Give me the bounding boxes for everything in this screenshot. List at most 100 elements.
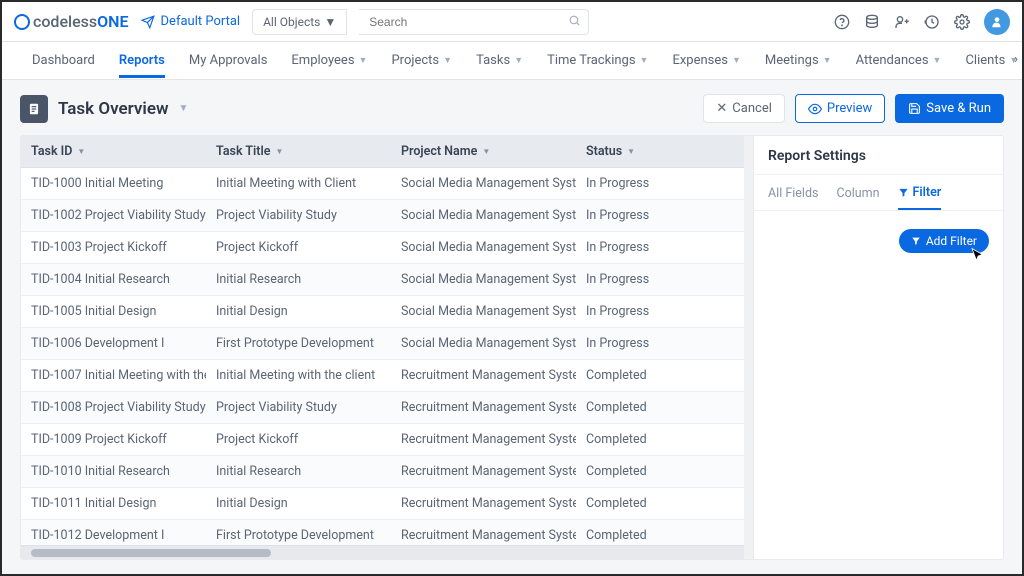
cell: TID-1008 Project Viability Study bbox=[21, 392, 206, 423]
report-icon bbox=[20, 95, 48, 123]
cell: Social Media Management System bbox=[391, 328, 576, 359]
cell: Initial Meeting with Client bbox=[206, 168, 391, 199]
search-icon bbox=[568, 14, 581, 27]
chevron-down-icon: ▼ bbox=[933, 55, 942, 66]
cell: TID-1006 Development I bbox=[21, 328, 206, 359]
cell: TID-1002 Project Viability Study bbox=[21, 200, 206, 231]
filter-icon bbox=[898, 187, 909, 198]
logo-icon bbox=[14, 14, 30, 30]
cell: Completed bbox=[576, 488, 706, 519]
add-filter-label: Add Filter bbox=[926, 234, 977, 248]
table-row[interactable]: TID-1010 Initial ResearchInitial Researc… bbox=[21, 456, 744, 488]
cell: Recruitment Management System bbox=[391, 520, 576, 545]
nav-item-time-trackings[interactable]: Time Trackings▼ bbox=[547, 43, 648, 78]
chevron-down-icon: ▼ bbox=[732, 55, 741, 66]
cell: Recruitment Management System bbox=[391, 424, 576, 455]
cell: In Progress bbox=[576, 232, 706, 263]
tab-filter[interactable]: Filter bbox=[898, 185, 942, 210]
cell: Project Kickoff bbox=[206, 232, 391, 263]
eye-icon bbox=[808, 102, 822, 116]
nav-item-dashboard[interactable]: Dashboard bbox=[32, 43, 95, 78]
chevron-down-icon[interactable]: ▼ bbox=[179, 103, 189, 114]
preview-button[interactable]: Preview bbox=[795, 94, 885, 123]
brand-logo[interactable]: codelessONE bbox=[14, 12, 129, 31]
cell: TID-1009 Project Kickoff bbox=[21, 424, 206, 455]
column-header-task-id[interactable]: Task ID▼ bbox=[21, 136, 206, 167]
nav-item-employees[interactable]: Employees▼ bbox=[291, 43, 367, 78]
tab-column[interactable]: Column bbox=[836, 185, 879, 210]
horizontal-scrollbar[interactable] bbox=[21, 545, 744, 559]
nav-item-reports[interactable]: Reports bbox=[119, 43, 165, 78]
nav-item-expenses[interactable]: Expenses▼ bbox=[672, 43, 740, 78]
cell: TID-1005 Initial Design bbox=[21, 296, 206, 327]
save-label: Save & Run bbox=[926, 101, 991, 116]
cell: Recruitment Management System bbox=[391, 392, 576, 423]
cell: Project Kickoff bbox=[206, 424, 391, 455]
table-row[interactable]: TID-1011 Initial DesignInitial DesignRec… bbox=[21, 488, 744, 520]
portal-link[interactable]: Default Portal bbox=[141, 14, 241, 29]
cell: Project Viability Study bbox=[206, 392, 391, 423]
chevron-down-icon: ▼ bbox=[640, 55, 649, 66]
save-icon bbox=[908, 102, 921, 115]
nav-scroll-right[interactable]: › bbox=[1014, 52, 1018, 67]
cell: Recruitment Management System bbox=[391, 488, 576, 519]
object-select[interactable]: All Objects ▼ bbox=[252, 9, 347, 35]
table-row[interactable]: TID-1003 Project KickoffProject KickoffS… bbox=[21, 232, 744, 264]
user-add-icon[interactable] bbox=[894, 14, 910, 30]
table-row[interactable]: TID-1006 Development IFirst Prototype De… bbox=[21, 328, 744, 360]
table-row[interactable]: TID-1005 Initial DesignInitial DesignSoc… bbox=[21, 296, 744, 328]
nav-item-projects[interactable]: Projects▼ bbox=[391, 43, 452, 78]
search-input[interactable] bbox=[359, 9, 589, 35]
add-filter-button[interactable]: Add Filter bbox=[899, 229, 989, 253]
cell: Completed bbox=[576, 424, 706, 455]
cell: Completed bbox=[576, 456, 706, 487]
gear-icon[interactable] bbox=[954, 14, 970, 30]
table-row[interactable]: TID-1009 Project KickoffProject KickoffR… bbox=[21, 424, 744, 456]
cell: Recruitment Management System bbox=[391, 360, 576, 391]
cancel-button[interactable]: ✕ Cancel bbox=[703, 94, 784, 123]
chevron-down-icon: ▼ bbox=[275, 147, 283, 156]
history-icon[interactable] bbox=[924, 14, 940, 30]
cell: Social Media Management System bbox=[391, 168, 576, 199]
column-header-task-title[interactable]: Task Title▼ bbox=[206, 136, 391, 167]
column-header-project-name[interactable]: Project Name▼ bbox=[391, 136, 576, 167]
nav-item-tasks[interactable]: Tasks▼ bbox=[476, 43, 523, 78]
close-icon: ✕ bbox=[716, 101, 727, 116]
chevron-down-icon: ▼ bbox=[443, 55, 452, 66]
table-row[interactable]: TID-1004 Initial ResearchInitial Researc… bbox=[21, 264, 744, 296]
avatar[interactable] bbox=[984, 9, 1010, 35]
vertical-scrollbar[interactable] bbox=[744, 136, 753, 559]
table-row[interactable]: TID-1002 Project Viability StudyProject … bbox=[21, 200, 744, 232]
brand-text-1: codeless bbox=[33, 12, 97, 31]
portal-label: Default Portal bbox=[161, 14, 241, 29]
tab-all-fields[interactable]: All Fields bbox=[768, 185, 818, 210]
nav-item-clients[interactable]: Clients▼ bbox=[965, 43, 1018, 78]
cell: In Progress bbox=[576, 296, 706, 327]
help-icon[interactable] bbox=[834, 14, 850, 30]
cell: In Progress bbox=[576, 328, 706, 359]
table-row[interactable]: TID-1012 Development IFirst Prototype De… bbox=[21, 520, 744, 545]
cell: Social Media Management System bbox=[391, 232, 576, 263]
cell: Completed bbox=[576, 360, 706, 391]
preview-label: Preview bbox=[827, 101, 872, 116]
table-row[interactable]: TID-1007 Initial Meeting with the cli...… bbox=[21, 360, 744, 392]
column-header-status[interactable]: Status▼ bbox=[576, 136, 706, 167]
send-icon bbox=[141, 15, 155, 29]
chevron-down-icon: ▼ bbox=[823, 55, 832, 66]
cell: TID-1007 Initial Meeting with the cli... bbox=[21, 360, 206, 391]
cell: In Progress bbox=[576, 168, 706, 199]
database-icon[interactable] bbox=[864, 14, 880, 30]
save-run-button[interactable]: Save & Run bbox=[895, 94, 1004, 123]
chevron-down-icon: ▼ bbox=[324, 15, 336, 29]
page-title: Task Overview bbox=[58, 99, 169, 119]
table-row[interactable]: TID-1008 Project Viability StudyProject … bbox=[21, 392, 744, 424]
cell: Initial Design bbox=[206, 488, 391, 519]
chevron-down-icon: ▼ bbox=[482, 147, 490, 156]
cell: Social Media Management System bbox=[391, 264, 576, 295]
nav-item-my-approvals[interactable]: My Approvals bbox=[189, 43, 268, 78]
cell: TID-1011 Initial Design bbox=[21, 488, 206, 519]
nav-item-attendances[interactable]: Attendances▼ bbox=[856, 43, 942, 78]
cell: First Prototype Development bbox=[206, 520, 391, 545]
table-row[interactable]: TID-1000 Initial MeetingInitial Meeting … bbox=[21, 168, 744, 200]
nav-item-meetings[interactable]: Meetings▼ bbox=[765, 43, 832, 78]
